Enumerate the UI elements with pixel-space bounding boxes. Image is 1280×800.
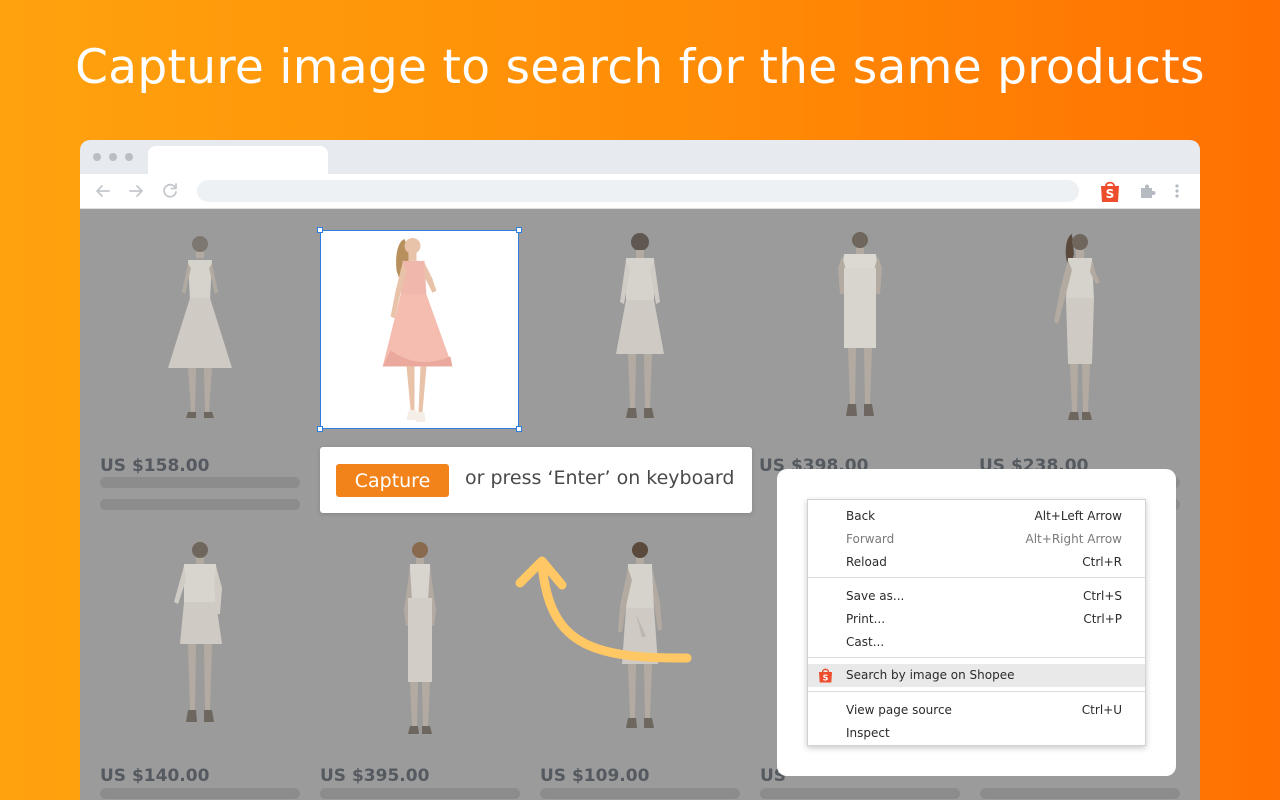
address-bar[interactable]	[197, 180, 1079, 202]
capture-prompt: Capture or press ‘Enter’ on keyboard	[320, 447, 752, 513]
menu-item-shortcut: Ctrl+S	[1082, 589, 1122, 603]
menu-item-label: Cast...	[846, 635, 885, 649]
menu-item-cast[interactable]: Cast...	[808, 631, 1145, 653]
placeholder-bar	[320, 788, 520, 799]
placeholder-bar	[100, 499, 300, 510]
menu-item-shortcut: Ctrl+P	[1083, 612, 1122, 626]
product-price: US $395.00	[320, 766, 430, 786]
product-image[interactable]	[100, 540, 300, 740]
menu-separator	[808, 691, 1145, 692]
product-image[interactable]	[320, 540, 520, 740]
capture-button[interactable]: Capture	[336, 464, 449, 497]
menu-separator	[808, 577, 1145, 578]
menu-item-label: Reload	[846, 555, 887, 569]
resize-handle[interactable]	[317, 426, 323, 432]
product-image[interactable]	[760, 230, 960, 430]
menu-item-label: Search by image on Shopee	[846, 668, 1015, 682]
menu-item-view-page-source[interactable]: View page source Ctrl+U	[808, 699, 1145, 721]
product-price: US $109.00	[540, 766, 650, 786]
browser-toolbar: S	[80, 174, 1200, 209]
back-arrow-icon[interactable]	[92, 180, 114, 202]
menu-separator	[808, 657, 1145, 658]
product-price: US $158.00	[100, 456, 210, 476]
placeholder-bar	[980, 788, 1180, 799]
resize-handle[interactable]	[317, 227, 323, 233]
placeholder-bar	[760, 788, 960, 799]
window-dot[interactable]	[93, 153, 101, 161]
menu-item-label: Save as...	[846, 589, 905, 603]
capture-selection[interactable]	[317, 227, 522, 432]
product-price: US $140.00	[100, 766, 210, 786]
selected-product-image[interactable]	[321, 231, 520, 430]
context-menu-panel: Back Alt+Left Arrow Forward Alt+Right Ar…	[777, 469, 1176, 776]
headline: Capture image to search for the same pro…	[75, 40, 1205, 95]
resize-handle[interactable]	[516, 227, 522, 233]
placeholder-bar	[100, 477, 300, 488]
menu-item-label: Print...	[846, 612, 886, 626]
menu-item-label: Back	[846, 509, 876, 523]
forward-arrow-icon[interactable]	[125, 180, 147, 202]
window-dot[interactable]	[125, 153, 133, 161]
menu-item-label: Forward	[846, 532, 895, 546]
curved-arrow-icon	[515, 556, 692, 663]
context-menu: Back Alt+Left Arrow Forward Alt+Right Ar…	[807, 499, 1146, 746]
menu-item-shortcut: Alt+Right Arrow	[1025, 532, 1122, 546]
product-image[interactable]	[100, 230, 300, 430]
browser-tab[interactable]	[148, 146, 328, 174]
reload-icon[interactable]	[159, 180, 181, 202]
capture-hint: or press ‘Enter’ on keyboard	[465, 467, 735, 489]
product-image[interactable]	[980, 230, 1180, 430]
shopee-bag-icon[interactable]: S	[1099, 179, 1121, 203]
window-dot[interactable]	[109, 153, 117, 161]
resize-handle[interactable]	[516, 426, 522, 432]
menu-item-reload[interactable]: Reload Ctrl+R	[808, 551, 1145, 573]
menu-item-save-as[interactable]: Save as... Ctrl+S	[808, 585, 1145, 607]
menu-item-print[interactable]: Print... Ctrl+P	[808, 608, 1145, 630]
shopee-letter: S	[823, 674, 829, 683]
product-image[interactable]	[540, 230, 740, 430]
menu-item-label: View page source	[846, 703, 952, 717]
menu-item-shortcut: Alt+Left Arrow	[1034, 509, 1122, 523]
tab-strip	[80, 140, 1200, 174]
menu-item-back[interactable]: Back Alt+Left Arrow	[808, 505, 1145, 527]
browser-window: S US $158.00 US $398.00 US $238.00 US $1…	[80, 140, 1200, 800]
menu-item-forward[interactable]: Forward Alt+Right Arrow	[808, 528, 1145, 550]
menu-item-search-by-image-shopee[interactable]: S Search by image on Shopee	[808, 664, 1145, 687]
shopee-letter: S	[1106, 187, 1115, 201]
placeholder-bar	[540, 788, 740, 799]
shopee-bag-icon: S	[819, 668, 832, 683]
menu-item-shortcut: Ctrl+U	[1081, 703, 1122, 717]
menu-item-inspect[interactable]: Inspect	[808, 722, 1145, 744]
menu-item-label: Inspect	[846, 726, 890, 740]
placeholder-bar	[100, 788, 300, 799]
menu-item-shortcut: Ctrl+R	[1082, 555, 1122, 569]
kebab-menu-icon[interactable]	[1170, 182, 1184, 200]
puzzle-icon[interactable]	[1138, 182, 1156, 200]
